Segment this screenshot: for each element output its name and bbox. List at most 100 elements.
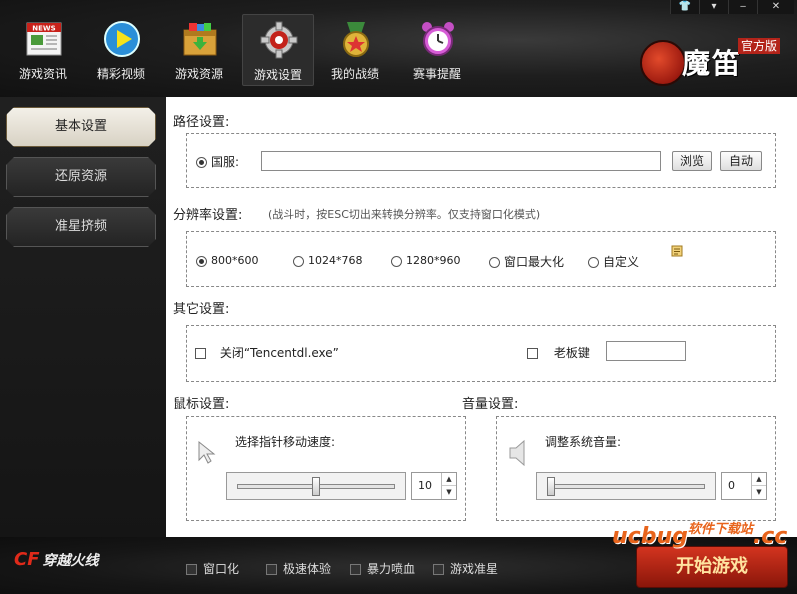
package-icon bbox=[183, 23, 217, 56]
auto-detect-button[interactable]: 自动 bbox=[720, 151, 762, 171]
svg-text:NEWS: NEWS bbox=[32, 25, 55, 33]
fast-mode-label: 极速体验 bbox=[283, 562, 332, 576]
resolution-radio[interactable] bbox=[391, 255, 402, 267]
nav-news-label: 游戏资讯 bbox=[18, 67, 67, 81]
official-badge: 官方版 bbox=[738, 38, 781, 54]
chevron-down-icon: ▾ bbox=[711, 1, 717, 12]
logo-text: 魔笛 bbox=[682, 47, 743, 80]
minimize-icon: ‒ bbox=[739, 1, 747, 12]
slider-track bbox=[547, 484, 705, 489]
resolution-radio[interactable] bbox=[196, 255, 207, 267]
path-settings-title: 路径设置: bbox=[173, 115, 230, 130]
boss-key-input[interactable] bbox=[606, 341, 686, 361]
game-logo-text: 穿越火线 bbox=[42, 553, 99, 569]
windowed-label: 窗口化 bbox=[203, 562, 240, 576]
resolution-hint: (战斗时，按ESC切出来转换分辨率。仅支持窗口化模式) bbox=[268, 208, 541, 221]
sidebar-item-basic-settings[interactable]: 基本设置 bbox=[6, 107, 156, 147]
browse-button[interactable]: 浏览 bbox=[672, 151, 712, 171]
region-radio[interactable] bbox=[196, 157, 207, 168]
skin-button[interactable]: 👕 bbox=[670, 0, 699, 14]
start-game-button[interactable]: 开始游戏 bbox=[636, 546, 788, 588]
crosshair-label: 游戏准星 bbox=[450, 562, 499, 576]
nav-resources-label: 游戏资源 bbox=[174, 67, 223, 81]
watermark-suffix: .cc bbox=[752, 524, 788, 549]
mouse-settings-title: 鼠标设置: bbox=[173, 397, 230, 412]
resolution-option-800[interactable]: 800*600 bbox=[196, 254, 259, 267]
resolution-option-1024[interactable]: 1024*768 bbox=[293, 254, 363, 267]
crosshair-option[interactable]: 游戏准星 bbox=[433, 560, 498, 577]
slider-thumb[interactable] bbox=[312, 477, 320, 496]
shirt-icon: 👕 bbox=[678, 1, 692, 12]
mouse-speed-value: 10 bbox=[418, 479, 432, 492]
blood-effect-label: 暴力喷血 bbox=[367, 562, 416, 576]
spin-down-icon[interactable]: ▼ bbox=[442, 486, 456, 498]
sidebar-item-crosshair[interactable]: 准星挤频 bbox=[6, 207, 156, 247]
nav-settings-label: 游戏设置 bbox=[253, 68, 302, 82]
mouse-speed-slider[interactable] bbox=[226, 472, 406, 500]
minimize-button[interactable]: ‒ bbox=[728, 0, 757, 14]
blood-effect-option[interactable]: 暴力喷血 bbox=[350, 560, 415, 577]
fast-mode-option[interactable]: 极速体验 bbox=[266, 560, 331, 577]
nav-settings[interactable]: 游戏设置 bbox=[242, 14, 314, 86]
windowed-option[interactable]: 窗口化 bbox=[186, 560, 239, 577]
watermark-subtext: 软件下载站 bbox=[687, 522, 753, 537]
spin-up-icon[interactable]: ▲ bbox=[442, 473, 456, 486]
close-button[interactable]: ✕ bbox=[757, 0, 794, 14]
news-icon: NEWS bbox=[26, 22, 62, 56]
watermark: ucbug软件下载站.cc bbox=[612, 522, 788, 549]
spin-up-icon[interactable]: ▲ bbox=[752, 473, 766, 486]
gear-icon bbox=[260, 21, 298, 59]
menu-button[interactable]: ▾ bbox=[699, 0, 728, 14]
play-icon bbox=[104, 21, 140, 57]
nav-reminder[interactable]: 赛事提醒 bbox=[402, 14, 472, 84]
slider-thumb[interactable] bbox=[547, 477, 555, 496]
resolution-option-custom[interactable]: 自定义 bbox=[588, 253, 639, 270]
resolution-option-maximize[interactable]: 窗口最大化 bbox=[489, 253, 564, 270]
resolution-option-label: 1024*768 bbox=[308, 254, 363, 267]
nav-resources[interactable]: 游戏资源 bbox=[164, 14, 234, 84]
resolution-option-1280[interactable]: 1280*960 bbox=[391, 254, 461, 267]
volume-spinner[interactable]: 0 ▲ ▼ bbox=[721, 472, 767, 500]
nav-videos[interactable]: 精彩视频 bbox=[86, 14, 156, 84]
nav-record-label: 我的战绩 bbox=[330, 67, 379, 81]
volume-slider[interactable] bbox=[536, 472, 716, 500]
fast-mode-checkbox[interactable] bbox=[266, 564, 277, 575]
game-path-input[interactable] bbox=[261, 151, 661, 171]
boss-key-checkbox[interactable] bbox=[527, 348, 538, 359]
resolution-radio[interactable] bbox=[588, 257, 599, 268]
windowed-checkbox[interactable] bbox=[186, 564, 197, 575]
boss-key-option[interactable]: 老板键 bbox=[527, 344, 590, 361]
spin-down-icon[interactable]: ▼ bbox=[752, 486, 766, 498]
app-logo: 魔笛 官方版 bbox=[640, 36, 785, 86]
region-option[interactable]: 国服: bbox=[196, 153, 239, 170]
region-label: 国服: bbox=[211, 155, 240, 169]
resolution-option-label: 自定义 bbox=[603, 255, 640, 269]
boss-key-label: 老板键 bbox=[553, 346, 590, 360]
mouse-settings-box bbox=[186, 416, 466, 521]
mouse-speed-spinner[interactable]: 10 ▲ ▼ bbox=[411, 472, 457, 500]
other-settings-title: 其它设置: bbox=[173, 302, 230, 317]
close-tencentdl-option[interactable]: 关闭“Tencentdl.exe” bbox=[195, 344, 339, 361]
sidebar-item-restore-resources[interactable]: 还原资源 bbox=[6, 157, 156, 197]
logo-emblem bbox=[640, 40, 686, 86]
close-tencentdl-checkbox[interactable] bbox=[195, 348, 206, 359]
resolution-settings-title: 分辨率设置: bbox=[173, 208, 243, 223]
volume-value: 0 bbox=[728, 479, 735, 492]
sidebar-item-label: 还原资源 bbox=[54, 169, 107, 184]
resolution-option-label: 800*600 bbox=[211, 254, 259, 267]
sidebar-item-label: 准星挤频 bbox=[54, 219, 107, 234]
game-logo: CF 穿越火线 bbox=[14, 549, 99, 570]
crosshair-checkbox[interactable] bbox=[433, 564, 444, 575]
nav-reminder-label: 赛事提醒 bbox=[412, 67, 461, 81]
nav-record[interactable]: 我的战绩 bbox=[320, 14, 390, 84]
resolution-radio[interactable] bbox=[293, 255, 304, 267]
nav-news[interactable]: NEWS 游戏资讯 bbox=[8, 14, 78, 84]
mouse-speed-label: 选择指针移动速度: bbox=[235, 435, 336, 449]
volume-settings-box bbox=[496, 416, 776, 521]
blood-effect-checkbox[interactable] bbox=[350, 564, 361, 575]
edit-note-icon[interactable] bbox=[671, 245, 683, 257]
resolution-radio[interactable] bbox=[489, 257, 500, 268]
resolution-settings-box bbox=[186, 231, 776, 287]
watermark-text: ucbug bbox=[612, 524, 688, 549]
medal-icon bbox=[343, 22, 369, 57]
